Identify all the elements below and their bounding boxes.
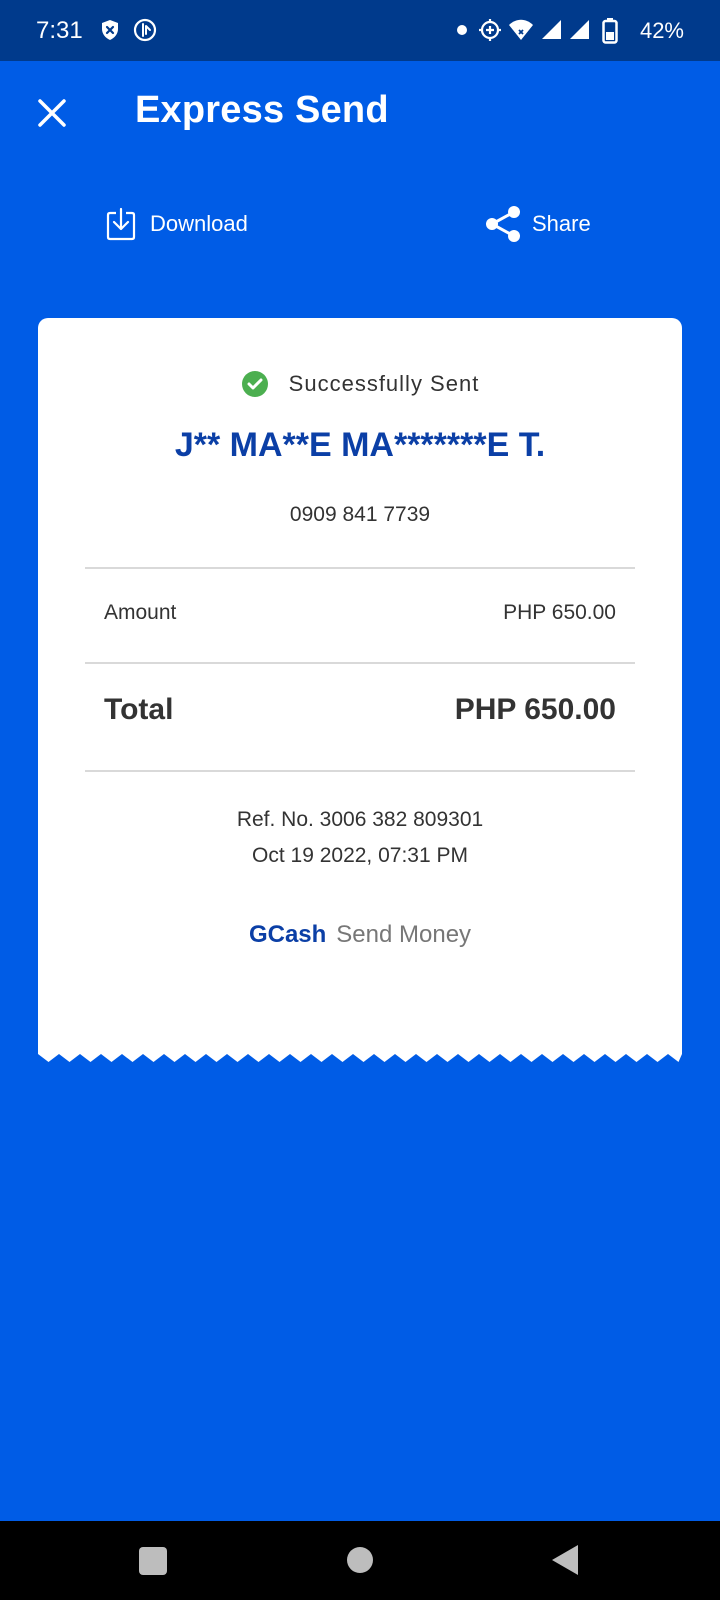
brand-product: Send Money xyxy=(336,921,472,948)
notification-dot-icon xyxy=(457,25,467,35)
back-icon[interactable] xyxy=(550,1544,580,1576)
recipient-name: J** MA**E MA*******E T. xyxy=(174,426,546,464)
brand-name: GCash xyxy=(248,921,327,948)
page-title: Express Send xyxy=(135,89,389,131)
reference-number: Ref. No. 3006 382 809301 xyxy=(236,808,484,831)
data-saver-icon xyxy=(133,18,157,42)
download-label: Download xyxy=(150,211,248,236)
branding: GCash Send Money xyxy=(38,921,682,949)
status-bar: 7:31 42% xyxy=(0,0,720,61)
wifi-icon xyxy=(509,19,533,40)
location-target-icon xyxy=(479,19,501,41)
divider xyxy=(85,567,635,569)
navigation-bar xyxy=(0,1521,720,1600)
receipt-torn-edge xyxy=(38,1054,682,1064)
divider xyxy=(85,770,635,772)
battery-percent: 42% xyxy=(639,18,684,43)
share-icon xyxy=(486,206,520,242)
signal-icon xyxy=(570,20,589,39)
check-circle-icon xyxy=(241,371,268,397)
total-value: PHP 650.00 xyxy=(454,693,616,726)
shield-x-icon xyxy=(102,20,118,40)
amount-value: PHP 650.00 xyxy=(503,601,616,624)
recents-icon[interactable] xyxy=(138,1546,168,1576)
app-header: Express Send xyxy=(0,61,720,161)
home-icon[interactable] xyxy=(346,1546,374,1574)
download-button[interactable]: Download xyxy=(106,203,248,245)
close-icon[interactable] xyxy=(30,91,74,135)
transaction-timestamp: Oct 19 2022, 07:31 PM xyxy=(252,844,468,867)
action-row: Download Share xyxy=(0,195,720,255)
receipt-card: Successfully Sent J** MA**E MA*******E T… xyxy=(38,318,682,1064)
signal-icon xyxy=(542,20,561,39)
download-icon xyxy=(106,207,136,241)
battery-icon xyxy=(602,18,618,44)
amount-label: Amount xyxy=(104,601,177,624)
divider xyxy=(85,662,635,664)
share-label: Share xyxy=(532,211,591,236)
status-time: 7:31 xyxy=(36,17,83,44)
success-status: Successfully Sent xyxy=(38,370,682,398)
total-label: Total xyxy=(104,693,174,726)
recipient-phone: 0909 841 7739 xyxy=(289,503,431,526)
share-button[interactable]: Share xyxy=(484,203,591,245)
success-text: Successfully Sent xyxy=(288,371,480,396)
